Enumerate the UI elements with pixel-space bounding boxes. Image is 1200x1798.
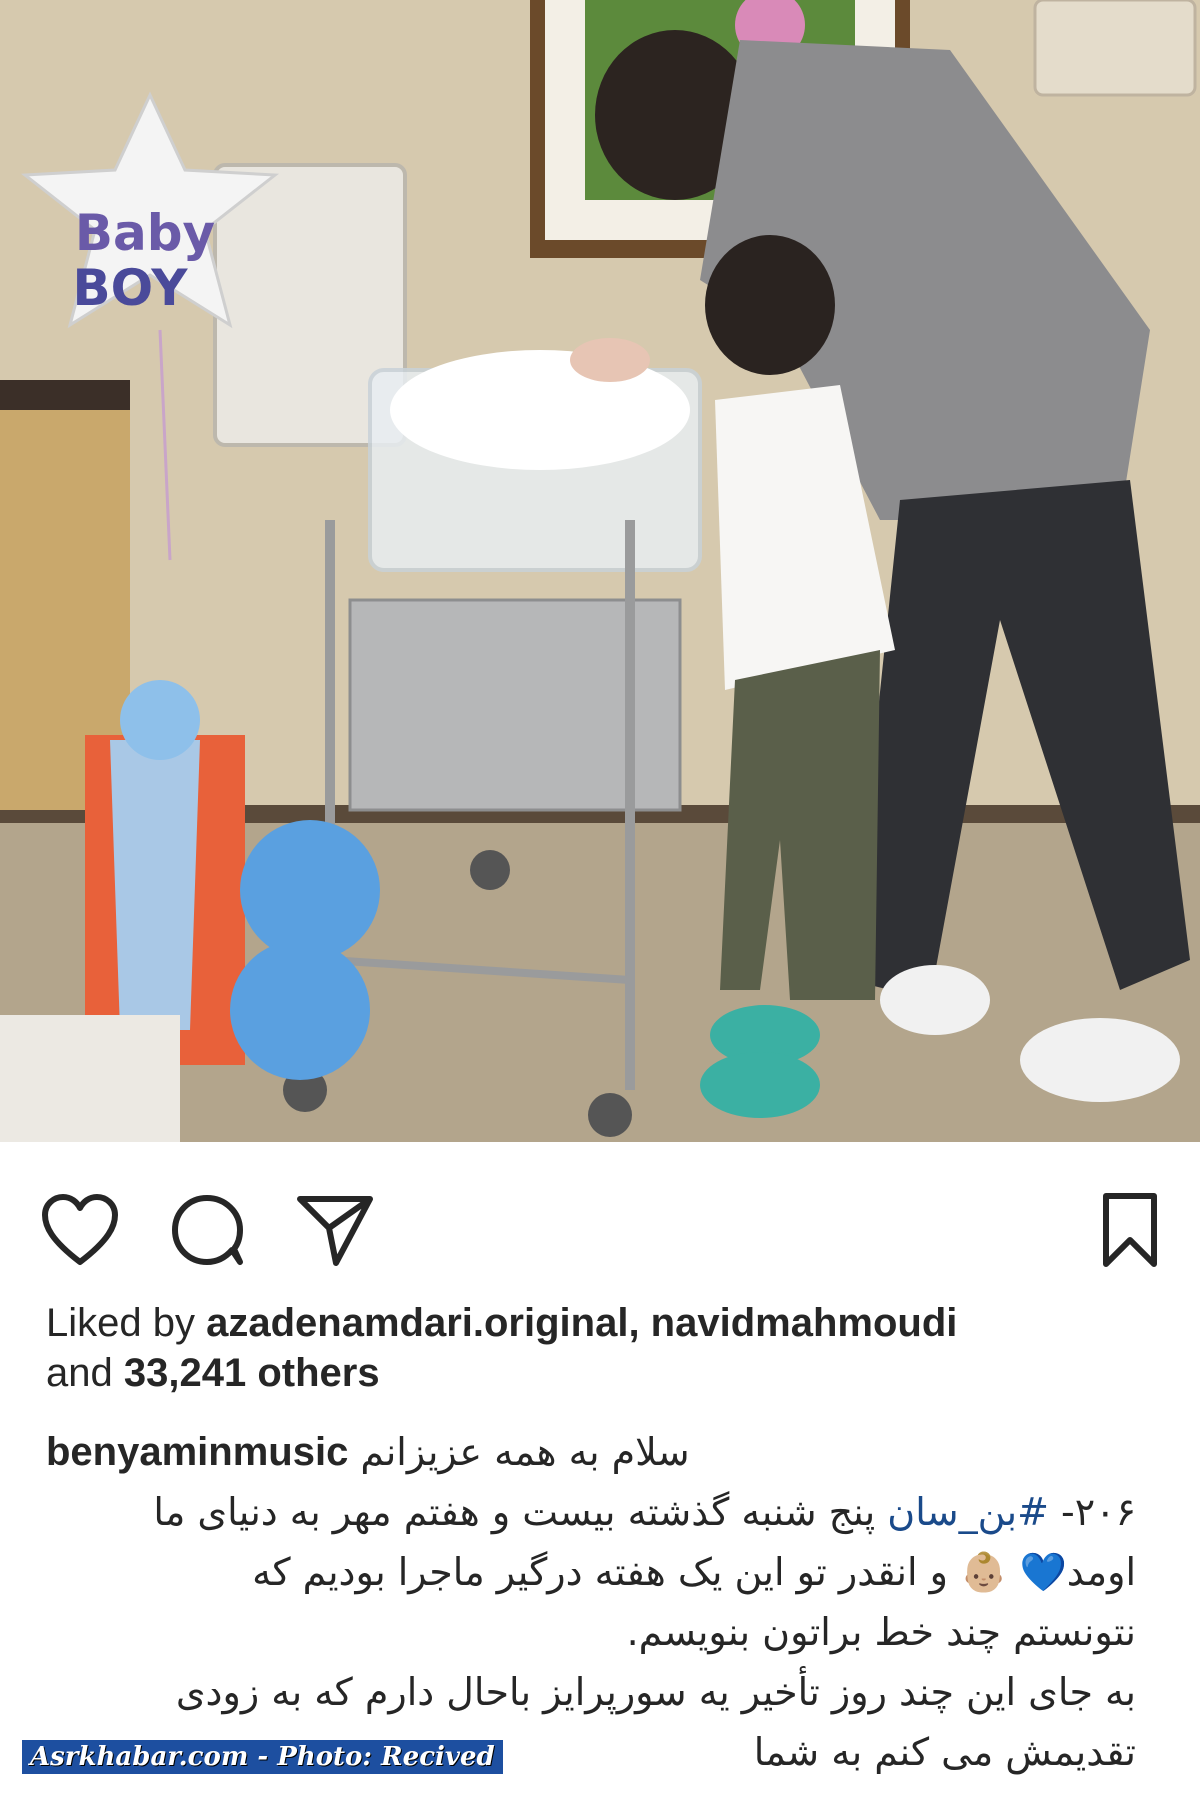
likes-users[interactable]: azadenamdari.original, navidmahmoudi bbox=[206, 1301, 957, 1345]
like-heart-icon[interactable] bbox=[40, 1190, 120, 1270]
balloon-text-baby: Baby bbox=[75, 204, 215, 262]
caption-greeting: سلام به همه عزیزانم bbox=[360, 1430, 690, 1474]
balloon-text-boy: BOY bbox=[72, 259, 188, 317]
likes-summary: Liked by azadenamdari.original, navidmah… bbox=[46, 1298, 1166, 1398]
caption-line-1: ۲۰۶- #بن_سان پنج شنبه گذشته بیست و هفتم … bbox=[46, 1482, 1136, 1542]
save-bookmark-icon[interactable] bbox=[1090, 1190, 1170, 1270]
caption-line-2: اومد💙 👶🏼 و انقدر تو این یک هفته درگیر ما… bbox=[252, 1550, 1136, 1594]
likes-count-link[interactable]: 33,241 others bbox=[124, 1351, 380, 1395]
caption-line1-text: پنج شنبه گذشته بیست و هفتم مهر به دنیای … bbox=[153, 1490, 876, 1534]
hospital-scene-illustration: Baby BOY bbox=[0, 0, 1200, 1142]
post-actions-bar bbox=[0, 1142, 1200, 1292]
caption-line-4: به جای این چند روز تأخیر یه سورپرایز باح… bbox=[175, 1670, 1136, 1714]
comment-icon[interactable] bbox=[168, 1190, 248, 1270]
share-paper-plane-icon[interactable] bbox=[295, 1190, 375, 1270]
caption-number: ۲۰۶- bbox=[1061, 1490, 1136, 1534]
likes-prefix: Liked by bbox=[46, 1301, 195, 1345]
caption-line-3: نتونستم چند خط براتون بنویسم. bbox=[626, 1610, 1136, 1654]
caption-username[interactable]: benyaminmusic bbox=[46, 1430, 348, 1474]
caption-hashtag[interactable]: #بن_سان bbox=[887, 1490, 1049, 1534]
caption-line-greeting: benyaminmusic سلام به همه عزیزانم bbox=[46, 1422, 1136, 1482]
likes-and: and bbox=[46, 1351, 113, 1395]
post-caption: benyaminmusic سلام به همه عزیزانم ۲۰۶- #… bbox=[46, 1422, 1136, 1782]
watermark-text: Asrkhabar.com - Photo: Recived bbox=[22, 1740, 503, 1774]
post-photo[interactable]: Baby BOY bbox=[0, 0, 1200, 1142]
